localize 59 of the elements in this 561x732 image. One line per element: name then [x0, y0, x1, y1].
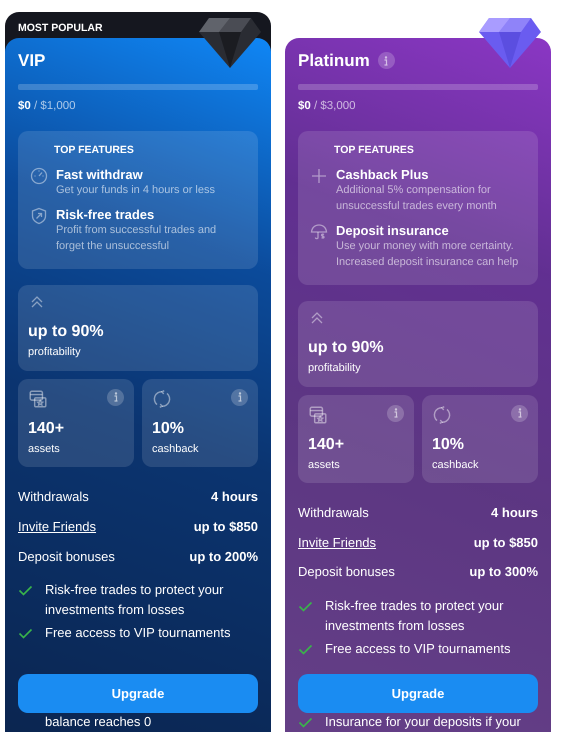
- stat-value: 140+: [308, 434, 346, 455]
- row-value: 4 hours: [211, 489, 258, 505]
- row-value: up to $850: [474, 534, 538, 550]
- feature-description: Additional 5% compensation for unsuccessful trades every month: [336, 182, 498, 214]
- row-value: 4 hours: [491, 505, 538, 521]
- profit-value: up to 90%: [28, 322, 105, 342]
- stat-label: assets: [308, 458, 341, 473]
- plan-title: VIP: [18, 50, 46, 72]
- badge-label: MOST POPULAR: [18, 21, 103, 36]
- info-icon: [387, 404, 404, 422]
- progress-amount: $0 / $1,000: [18, 98, 77, 114]
- plus-icon: [310, 166, 328, 184]
- perk-text: Risk-free trades to protect your investments from losses: [325, 597, 504, 635]
- features-heading: TOP FEATURES: [333, 142, 414, 158]
- feature-description: Use your money with more certainty. Increased deposit insurance can help: [336, 238, 520, 270]
- refresh-icon: [432, 404, 452, 425]
- profit-label: profitability: [28, 345, 82, 360]
- plan-title: Platinum: [298, 50, 370, 72]
- progress-amount: $0 / $3,000: [298, 98, 357, 114]
- stat-label: cashback: [152, 442, 200, 457]
- info-icon: [107, 388, 124, 406]
- row-label: Withdrawals: [18, 489, 89, 505]
- perk-text: Free access to VIP tournaments: [325, 640, 512, 658]
- perk-text: balance reaches 0: [44, 713, 152, 731]
- info-icon: [511, 404, 528, 422]
- cards-star-icon: [28, 388, 48, 409]
- cards-star-icon: [308, 404, 328, 425]
- row-label: Deposit bonuses: [298, 564, 395, 580]
- diamond-icon: [479, 18, 541, 68]
- invite-link[interactable]: Invite Friends: [18, 518, 96, 534]
- feature-title: Cashback Plus: [336, 166, 430, 183]
- invite-link[interactable]: Invite Friends: [298, 534, 376, 550]
- features-heading: TOP FEATURES: [53, 142, 134, 158]
- perk-text: Insurance for your deposits if your: [325, 713, 522, 731]
- stat-label: assets: [28, 442, 61, 457]
- stat-label: cashback: [432, 458, 480, 473]
- stat-value: 140+: [28, 418, 66, 439]
- stat-value: 10%: [152, 418, 186, 439]
- row-label: Withdrawals: [298, 505, 369, 521]
- feature-title: Deposit insurance: [336, 222, 450, 239]
- profit-label: profitability: [308, 361, 362, 376]
- row-value: up to 200%: [189, 548, 258, 564]
- perk-text: Free access to VIP tournaments: [45, 624, 232, 642]
- feature-description: Get your funds in 4 hours or less: [56, 182, 215, 198]
- feature-title: Fast withdraw: [56, 166, 144, 183]
- profit-value: up to 90%: [308, 338, 385, 358]
- perk-text: Risk-free trades to protect your investments from losses: [45, 581, 224, 619]
- diamond-icon: [199, 18, 261, 68]
- info-icon: [231, 388, 248, 406]
- umbrella-dollar-icon: [310, 222, 328, 241]
- refresh-icon: [152, 388, 172, 409]
- feature-description: Profit from successful trades and forget the unsuccessful: [56, 222, 218, 254]
- row-label: Deposit bonuses: [18, 548, 115, 564]
- gauge-icon: [30, 166, 48, 184]
- feature-title: Risk-free trades: [56, 206, 156, 223]
- shield-arrow-icon: [30, 206, 48, 225]
- row-value: up to $850: [194, 518, 258, 534]
- stat-value: 10%: [432, 434, 466, 455]
- row-value: up to 300%: [469, 564, 538, 580]
